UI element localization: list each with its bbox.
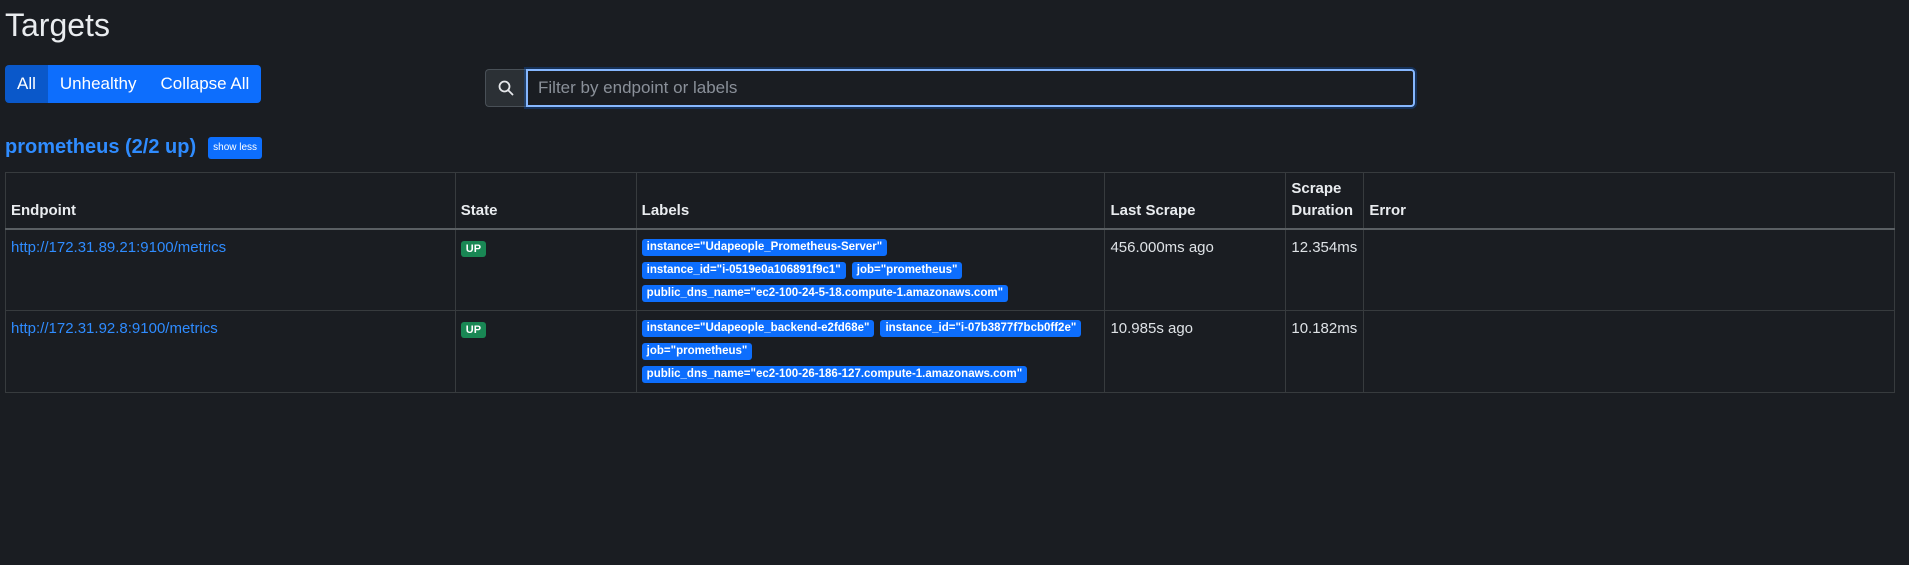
column-header-state: State [454, 172, 637, 230]
table-header: Endpoint State Labels Last Scrape Scrape… [5, 172, 1895, 230]
filter-unhealthy-button[interactable]: Unhealthy [47, 65, 149, 103]
column-header-scrape-duration: Scrape Duration [1285, 172, 1365, 230]
column-header-endpoint: Endpoint [5, 172, 456, 230]
last-scrape-cell: 10.985s ago [1104, 310, 1287, 393]
endpoint-link[interactable]: http://172.31.89.21:9100/metrics [11, 239, 226, 256]
page-title: Targets [5, 7, 110, 43]
filter-button-group: All Unhealthy Collapse All [5, 65, 262, 103]
job-header: prometheus (2/2 up) show less [5, 136, 263, 159]
label-badge: instance_id="i-07b3877f7bcb0ff2e" [880, 320, 1082, 337]
search-bar [485, 69, 1415, 107]
endpoint-link[interactable]: http://172.31.92.8:9100/metrics [11, 320, 218, 337]
state-badge: UP [460, 240, 487, 257]
column-header-last-scrape: Last Scrape [1104, 172, 1287, 230]
table-row: http://172.31.89.21:9100/metrics UP inst… [5, 228, 1895, 311]
collapse-all-button[interactable]: Collapse All [148, 65, 262, 103]
error-cell [1363, 228, 1895, 311]
show-less-button[interactable]: show less [208, 136, 263, 159]
job-title-link[interactable]: prometheus (2/2 up) [5, 136, 196, 159]
search-input[interactable] [526, 69, 1415, 107]
label-badge: job="prometheus" [851, 261, 963, 279]
label-badge: public_dns_name="ec2-100-24-5-18.compute… [641, 284, 1009, 302]
state-badge: UP [460, 322, 487, 338]
targets-page: Targets All Unhealthy Collapse All prome… [0, 0, 1909, 565]
search-icon [485, 69, 526, 107]
targets-table: Endpoint State Labels Last Scrape Scrape… [5, 172, 1895, 393]
scrape-duration-cell: 12.354ms [1285, 228, 1365, 311]
label-badge: instance="Udapeople_Prometheus-Server" [641, 238, 888, 256]
table-row: http://172.31.92.8:9100/metrics UP insta… [5, 310, 1895, 393]
scrape-duration-header-line2: Duration [1291, 201, 1354, 219]
scrape-duration-cell: 10.182ms [1285, 310, 1365, 393]
label-badge: instance="Udapeople_backend-e2fd68e" [641, 320, 875, 337]
column-header-labels: Labels [635, 172, 1106, 230]
label-badge: instance_id="i-0519e0a106891f9c1" [641, 261, 846, 279]
column-header-error: Error [1363, 172, 1895, 230]
scrape-duration-header-line1: Scrape [1291, 179, 1342, 197]
labels-list: instance="Udapeople_backend-e2fd68e" ins… [641, 320, 1082, 383]
label-badge: public_dns_name="ec2-100-26-186-127.comp… [641, 366, 1028, 383]
filter-all-button[interactable]: All [5, 65, 48, 103]
error-cell [1363, 310, 1895, 393]
last-scrape-cell: 456.000ms ago [1104, 228, 1287, 311]
labels-list: instance="Udapeople_Prometheus-Server" i… [641, 238, 1082, 302]
label-badge: job="prometheus" [641, 343, 753, 360]
